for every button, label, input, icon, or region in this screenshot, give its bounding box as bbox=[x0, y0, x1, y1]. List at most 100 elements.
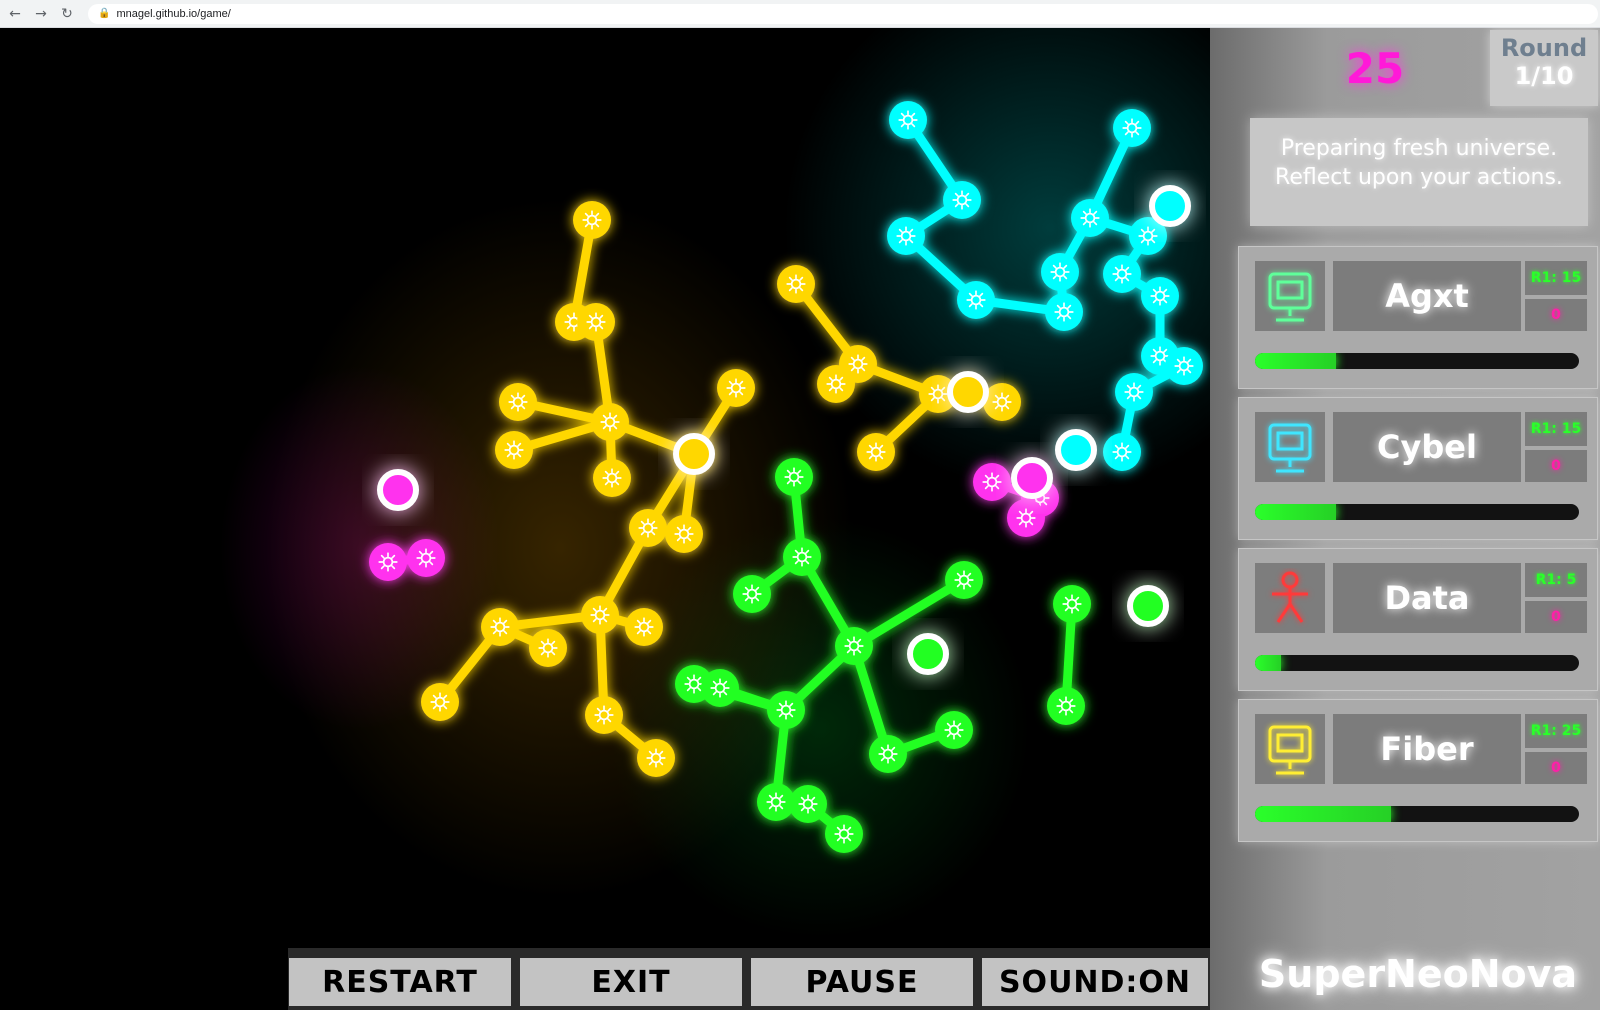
virus-node[interactable] bbox=[1047, 687, 1085, 725]
player-card-data: Data R1: 5 0 bbox=[1238, 548, 1598, 691]
virus-node[interactable] bbox=[1115, 373, 1153, 411]
virus-node[interactable] bbox=[869, 735, 907, 773]
virus-node[interactable] bbox=[1041, 253, 1079, 291]
player-progress-bar bbox=[1255, 806, 1579, 822]
virus-node[interactable] bbox=[573, 201, 611, 239]
virus-node[interactable] bbox=[1165, 347, 1203, 385]
player-kill-count: 0 bbox=[1525, 299, 1587, 331]
virus-node[interactable] bbox=[1113, 109, 1151, 147]
virus-node[interactable] bbox=[637, 739, 675, 777]
virus-node[interactable] bbox=[591, 403, 629, 441]
forward-arrow-icon[interactable]: → bbox=[30, 3, 52, 25]
network-link bbox=[849, 575, 969, 651]
player-name: Cybel bbox=[1333, 412, 1521, 482]
virus-node[interactable] bbox=[581, 596, 619, 634]
virus-node[interactable] bbox=[665, 515, 703, 553]
browser-toolbar: ← → ↻ 🔒 mnagel.github.io/game/ bbox=[0, 0, 1600, 28]
virus-node[interactable] bbox=[593, 459, 631, 497]
virus-node[interactable] bbox=[701, 669, 739, 707]
status-message: Preparing fresh universe. Reflect upon y… bbox=[1250, 118, 1588, 226]
core-node[interactable] bbox=[947, 371, 989, 413]
virus-node[interactable] bbox=[733, 575, 771, 613]
virus-node[interactable] bbox=[1007, 499, 1045, 537]
core-node[interactable] bbox=[673, 433, 715, 475]
network-layer bbox=[369, 101, 1203, 853]
virus-node[interactable] bbox=[789, 785, 827, 823]
restart-button[interactable]: RESTART bbox=[289, 958, 511, 1006]
robot-head-icon bbox=[1255, 412, 1325, 482]
player-name: Fiber bbox=[1333, 714, 1521, 784]
robot-head-icon bbox=[1255, 714, 1325, 784]
virus-node[interactable] bbox=[1103, 433, 1141, 471]
round-value: 1/10 bbox=[1514, 62, 1574, 90]
virus-node[interactable] bbox=[1103, 255, 1141, 293]
virus-node[interactable] bbox=[825, 815, 863, 853]
virus-node[interactable] bbox=[1141, 277, 1179, 315]
player-progress-bar bbox=[1255, 353, 1579, 369]
player-kill-count: 0 bbox=[1525, 450, 1587, 482]
player-progress-fill bbox=[1255, 353, 1336, 369]
virus-node[interactable] bbox=[421, 683, 459, 721]
player-kill-count: 0 bbox=[1525, 601, 1587, 633]
virus-node[interactable] bbox=[887, 217, 925, 255]
virus-node[interactable] bbox=[529, 629, 567, 667]
core-node[interactable] bbox=[377, 469, 419, 511]
sound-toggle-button[interactable]: SOUND:ON bbox=[982, 958, 1208, 1006]
network-cyan-2 bbox=[887, 101, 1203, 471]
address-bar[interactable]: 🔒 mnagel.github.io/game/ bbox=[88, 3, 1598, 24]
virus-node[interactable] bbox=[775, 458, 813, 496]
virus-node[interactable] bbox=[783, 538, 821, 576]
round-indicator: Round 1/10 bbox=[1490, 30, 1598, 106]
player-card-agxt: Agxt R1: 15 0 bbox=[1238, 246, 1598, 389]
back-arrow-icon[interactable]: ← bbox=[4, 3, 26, 25]
virus-node[interactable] bbox=[481, 608, 519, 646]
virus-node[interactable] bbox=[767, 691, 805, 729]
virus-node[interactable] bbox=[857, 433, 895, 471]
core-node[interactable] bbox=[1011, 457, 1053, 499]
virus-node[interactable] bbox=[585, 696, 623, 734]
player-name: Agxt bbox=[1333, 261, 1521, 331]
core-node[interactable] bbox=[907, 633, 949, 675]
virus-node[interactable] bbox=[943, 181, 981, 219]
status-message-line2: Reflect upon your actions. bbox=[1275, 165, 1563, 190]
core-node[interactable] bbox=[1055, 429, 1097, 471]
virus-node[interactable] bbox=[1053, 585, 1091, 623]
virus-node[interactable] bbox=[625, 608, 663, 646]
virus-node[interactable] bbox=[1045, 293, 1083, 331]
virus-node[interactable] bbox=[835, 627, 873, 665]
player-round-score: R1: 15 bbox=[1525, 412, 1587, 446]
virus-node[interactable] bbox=[817, 365, 855, 403]
virus-node[interactable] bbox=[1071, 199, 1109, 237]
game-canvas[interactable] bbox=[0, 28, 1210, 1010]
score-value: 25 bbox=[1345, 44, 1405, 93]
player-round-score: R1: 5 bbox=[1525, 563, 1587, 597]
network-green-4 bbox=[1047, 585, 1091, 725]
status-message-line1: Preparing fresh universe. bbox=[1280, 136, 1558, 161]
player-progress-fill bbox=[1255, 504, 1336, 520]
url-text: mnagel.github.io/game/ bbox=[116, 7, 231, 20]
reload-icon[interactable]: ↻ bbox=[56, 3, 78, 25]
exit-button[interactable]: EXIT bbox=[520, 958, 742, 1006]
virus-node[interactable] bbox=[495, 431, 533, 469]
virus-node[interactable] bbox=[889, 101, 927, 139]
core-node[interactable] bbox=[1149, 185, 1191, 227]
player-round-score: R1: 15 bbox=[1525, 261, 1587, 295]
virus-node[interactable] bbox=[973, 463, 1011, 501]
pause-button[interactable]: PAUSE bbox=[751, 958, 973, 1006]
lock-icon: 🔒 bbox=[98, 8, 111, 19]
virus-node[interactable] bbox=[945, 561, 983, 599]
virus-node[interactable] bbox=[369, 543, 407, 581]
virus-node[interactable] bbox=[717, 369, 755, 407]
player-progress-bar bbox=[1255, 655, 1579, 671]
round-label: Round bbox=[1500, 34, 1588, 62]
virus-node[interactable] bbox=[407, 539, 445, 577]
player-card-cybel: Cybel R1: 15 0 bbox=[1238, 397, 1598, 540]
virus-node[interactable] bbox=[577, 303, 615, 341]
virus-node[interactable] bbox=[629, 509, 667, 547]
virus-node[interactable] bbox=[777, 265, 815, 303]
player-card-fiber: Fiber R1: 25 0 bbox=[1238, 699, 1598, 842]
virus-node[interactable] bbox=[957, 281, 995, 319]
virus-node[interactable] bbox=[499, 383, 537, 421]
virus-node[interactable] bbox=[935, 711, 973, 749]
core-node[interactable] bbox=[1127, 585, 1169, 627]
